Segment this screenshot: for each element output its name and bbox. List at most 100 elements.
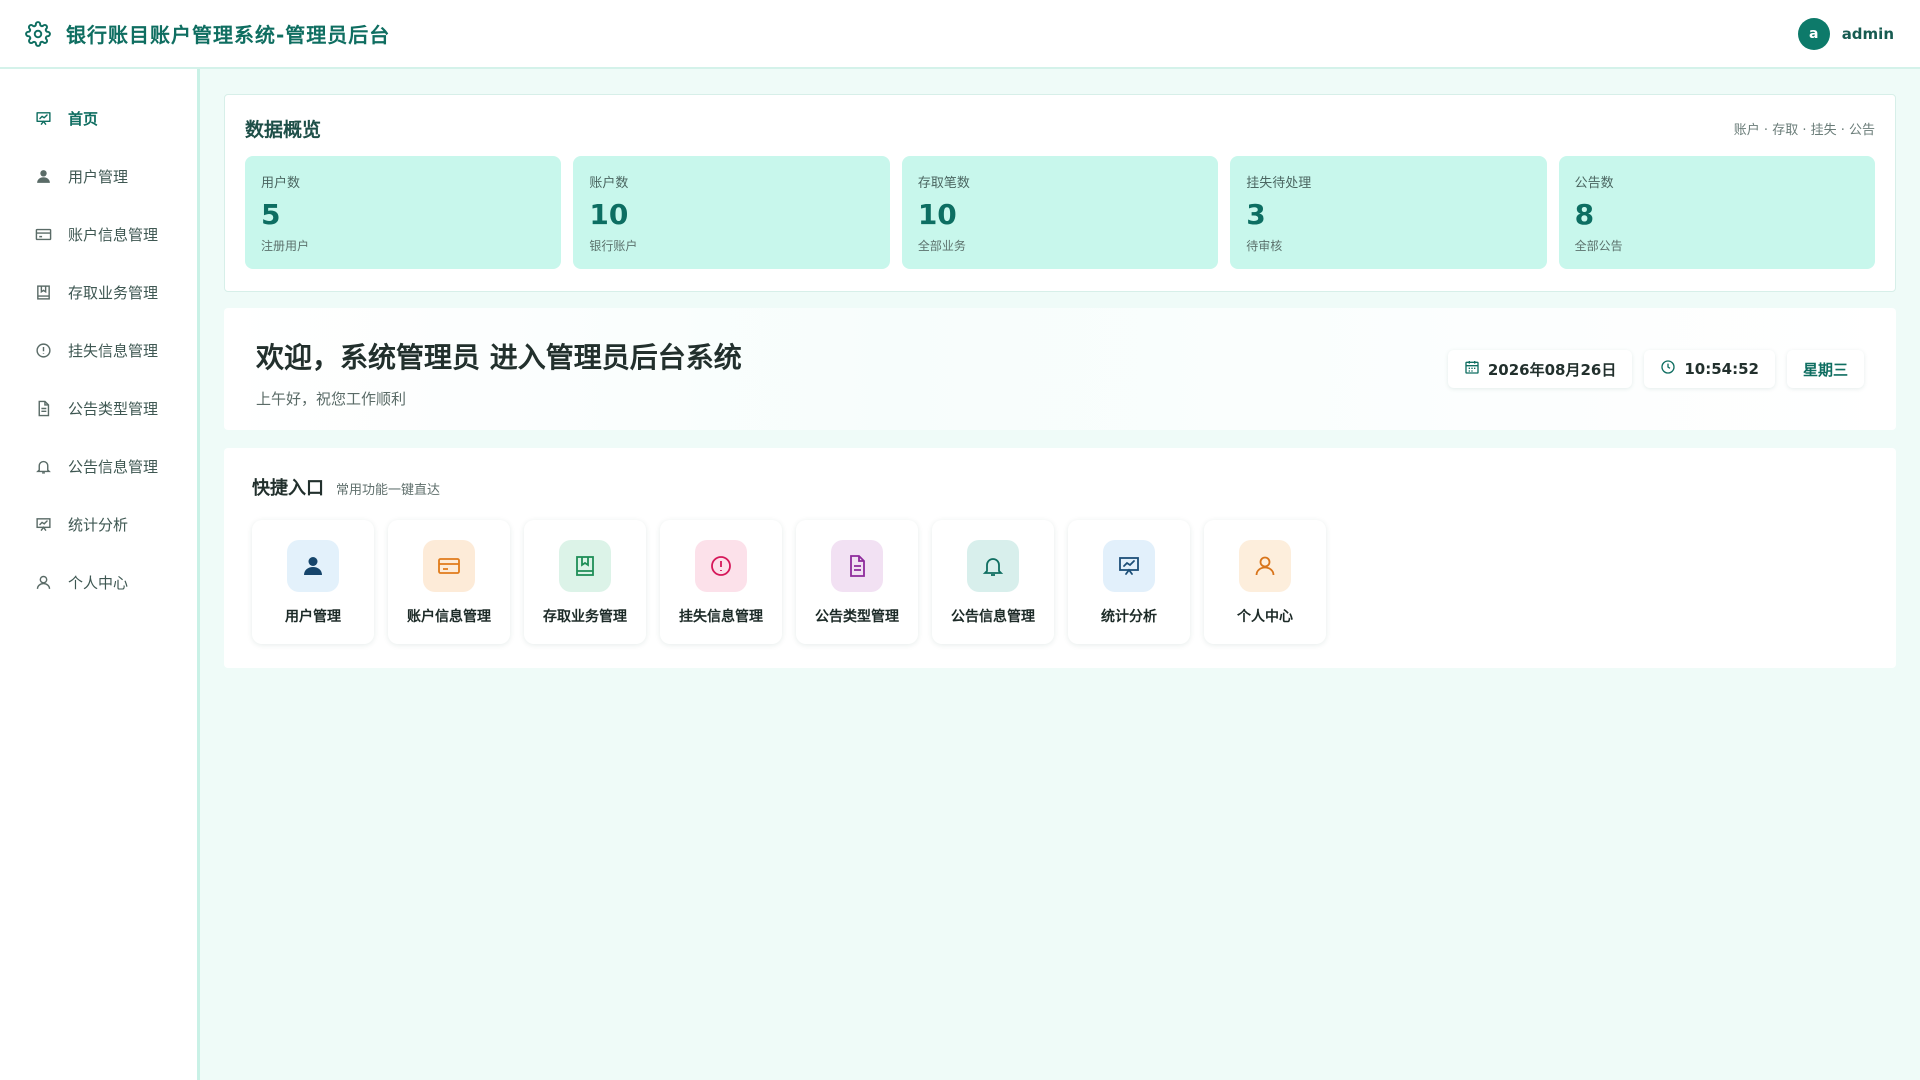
- ledger-icon: [34, 283, 52, 301]
- credit-card-icon: [34, 225, 52, 243]
- sidebar-item-label: 公告类型管理: [68, 399, 159, 418]
- stat-value: 8: [1574, 198, 1595, 231]
- sidebar-item-accounts[interactable]: 账户信息管理: [0, 205, 197, 263]
- bell-icon: [967, 540, 1019, 592]
- stat-desc: 全部公告: [1574, 239, 1623, 253]
- tile-label: 用户管理: [285, 609, 341, 625]
- sidebar-item-users[interactable]: 用户管理: [0, 147, 197, 205]
- current-date: 2026年08月26日: [1487, 360, 1617, 379]
- stat-desc: 注册用户: [261, 239, 310, 253]
- quick-tile-notice-types[interactable]: 公告类型管理: [796, 520, 918, 644]
- stat-desc: 待审核: [1246, 239, 1283, 253]
- sidebar-item-notices[interactable]: 公告信息管理: [0, 437, 197, 495]
- tile-label: 个人中心: [1237, 609, 1293, 625]
- quick-tile-loss-report[interactable]: 挂失信息管理: [660, 520, 782, 644]
- tile-label: 存取业务管理: [543, 609, 627, 625]
- quick-subtitle: 常用功能一键直达: [336, 483, 441, 498]
- sidebar-item-label: 公告信息管理: [68, 457, 159, 476]
- presentation-icon: [34, 109, 52, 127]
- sidebar-item-label: 挂失信息管理: [68, 341, 159, 360]
- bell-icon: [34, 457, 52, 475]
- stat-desc: 银行账户: [589, 239, 638, 253]
- avatar[interactable]: a: [1797, 17, 1830, 50]
- stat-cards: 用户数 5 注册用户 账户数 10 银行账户 存取笔数 10 全部业务 挂失待处…: [245, 156, 1876, 269]
- stat-card-notices: 公告数 8 全部公告: [1558, 156, 1876, 269]
- sidebar-item-label: 账户信息管理: [68, 225, 159, 244]
- user-outline-icon: [1239, 540, 1291, 592]
- stat-label: 用户数: [261, 176, 301, 191]
- stat-label: 挂失待处理: [1246, 176, 1312, 191]
- stat-desc: 全部业务: [917, 239, 966, 253]
- quick-tile-transactions[interactable]: 存取业务管理: [524, 520, 646, 644]
- sidebar-item-home[interactable]: 首页: [0, 89, 197, 147]
- tile-label: 挂失信息管理: [679, 609, 763, 625]
- alert-circle-icon: [695, 540, 747, 592]
- user-filled-icon: [287, 540, 339, 592]
- sidebar-item-label: 首页: [68, 109, 99, 128]
- presentation-icon: [1103, 540, 1155, 592]
- username[interactable]: admin: [1842, 25, 1894, 43]
- quick-tile-profile[interactable]: 个人中心: [1204, 520, 1326, 644]
- gear-icon[interactable]: [24, 20, 52, 48]
- sidebar-item-label: 个人中心: [68, 573, 129, 592]
- tile-label: 账户信息管理: [407, 609, 491, 625]
- overview-subtitle: 账户 · 存取 · 挂失 · 公告: [1733, 123, 1875, 138]
- main-content: 数据概览 账户 · 存取 · 挂失 · 公告 用户数 5 注册用户 账户数 10…: [224, 94, 1896, 668]
- clock-icon: [1660, 359, 1676, 379]
- ledger-icon: [559, 540, 611, 592]
- sidebar-item-transactions[interactable]: 存取业务管理: [0, 263, 197, 321]
- stat-card-loss-pending: 挂失待处理 3 待审核: [1230, 156, 1547, 269]
- app-title: 银行账目账户管理系统-管理员后台: [66, 23, 391, 47]
- stat-card-users: 用户数 5 注册用户: [245, 156, 562, 269]
- stat-value: 3: [1246, 198, 1266, 231]
- stat-label: 存取笔数: [917, 176, 970, 191]
- date-pill: 2026年08月26日: [1447, 350, 1633, 388]
- stat-card-transactions: 存取笔数 10 全部业务: [901, 156, 1219, 269]
- sidebar-item-notice-types[interactable]: 公告类型管理: [0, 379, 197, 437]
- presentation-icon: [34, 515, 52, 533]
- user-outline-icon: [34, 573, 52, 591]
- calendar-icon: [1464, 359, 1480, 379]
- data-overview-panel: 数据概览 账户 · 存取 · 挂失 · 公告 用户数 5 注册用户 账户数 10…: [224, 94, 1896, 292]
- stat-value: 5: [261, 198, 281, 231]
- welcome-banner: 欢迎，系统管理员 进入管理员后台系统 上午好，祝您工作顺利 2026年08月26…: [224, 308, 1896, 430]
- alert-circle-icon: [34, 341, 52, 359]
- quick-tile-users[interactable]: 用户管理: [252, 520, 374, 644]
- credit-card-icon: [423, 540, 475, 592]
- overview-title: 数据概览: [245, 119, 322, 141]
- stat-value: 10: [917, 198, 957, 231]
- top-header: 银行账目账户管理系统-管理员后台 a admin: [0, 0, 1920, 69]
- time-pill: 10:54:52: [1644, 350, 1775, 388]
- quick-title: 快捷入口: [252, 478, 324, 499]
- brand: 银行账目账户管理系统-管理员后台: [24, 19, 390, 48]
- sidebar-item-statistics[interactable]: 统计分析: [0, 495, 197, 553]
- sidebar-item-label: 统计分析: [68, 515, 129, 534]
- current-weekday: 星期三: [1802, 360, 1848, 379]
- sidebar: 首页 用户管理 账户信息管理 存取业务管理 挂失信息管理 公告类型管理 公告信息…: [0, 69, 200, 1080]
- document-icon: [34, 399, 52, 417]
- weekday-pill: 星期三: [1786, 350, 1864, 388]
- quick-tile-notices[interactable]: 公告信息管理: [932, 520, 1054, 644]
- tile-label: 公告类型管理: [815, 609, 899, 625]
- welcome-title: 欢迎，系统管理员 进入管理员后台系统: [256, 341, 742, 374]
- quick-tiles: 用户管理 账户信息管理 存取业务管理 挂失信息管理 公告类型管理 公告信息管理 …: [252, 520, 1868, 644]
- datetime-pills: 2026年08月26日 10:54:52 星期三: [1447, 350, 1864, 388]
- stat-card-accounts: 账户数 10 银行账户: [573, 156, 890, 269]
- document-icon: [831, 540, 883, 592]
- stat-label: 账户数: [589, 176, 629, 191]
- sidebar-item-loss-report[interactable]: 挂失信息管理: [0, 321, 197, 379]
- sidebar-item-profile[interactable]: 个人中心: [0, 553, 197, 611]
- welcome-subtitle: 上午好，祝您工作顺利: [256, 390, 407, 408]
- tile-label: 公告信息管理: [951, 609, 1035, 625]
- stat-label: 公告数: [1574, 176, 1614, 191]
- user-menu[interactable]: a admin: [1797, 17, 1894, 50]
- stat-value: 10: [589, 198, 629, 231]
- quick-access-panel: 快捷入口 常用功能一键直达 用户管理 账户信息管理 存取业务管理 挂失信息管理 …: [224, 448, 1896, 668]
- current-time: 10:54:52: [1684, 360, 1759, 378]
- quick-tile-statistics[interactable]: 统计分析: [1068, 520, 1190, 644]
- sidebar-item-label: 存取业务管理: [68, 283, 159, 302]
- tile-label: 统计分析: [1101, 609, 1157, 625]
- quick-tile-accounts[interactable]: 账户信息管理: [388, 520, 510, 644]
- user-filled-icon: [34, 167, 52, 185]
- sidebar-item-label: 用户管理: [68, 167, 129, 186]
